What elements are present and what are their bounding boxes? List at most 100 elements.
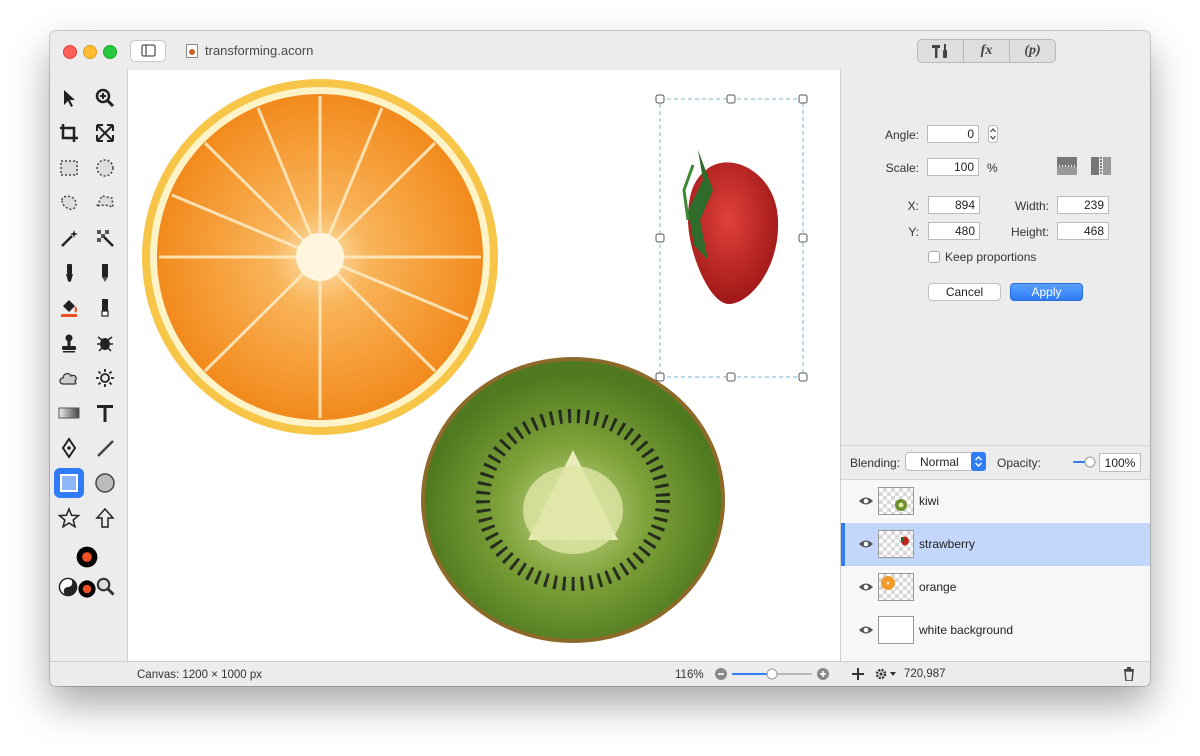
lasso-tool[interactable] [54,188,84,218]
keep-proportions-checkbox[interactable] [928,251,940,263]
layer-name: strawberry [919,537,976,551]
zoom-window-button[interactable] [103,45,117,59]
rect-marquee-icon [60,160,78,176]
clone-tool[interactable] [54,328,84,358]
eraser-tool[interactable] [90,293,120,323]
keep-proportions-label: Keep proportions [945,250,1037,264]
pencil-icon [102,264,108,282]
transform-tool[interactable] [90,118,120,148]
layer-row-kiwi[interactable]: kiwi [841,480,1150,523]
transform-inspector: Angle: 0 Scale: 100 % X: 894 Width: 239 … [841,70,1150,445]
plugins-inspector-tab[interactable]: (p) [1010,40,1055,62]
color-picker-button[interactable] [95,576,115,596]
scale-label: Scale: [885,161,919,175]
rect-select-tool[interactable] [54,153,84,183]
star-icon [58,507,80,529]
canvas-artwork [142,79,808,643]
line-icon [97,440,114,457]
eye-icon[interactable] [858,581,874,593]
scale-field[interactable]: 100 [927,158,979,176]
blending-mode-select[interactable]: Normal [905,452,986,471]
trash-icon[interactable] [1123,667,1135,681]
layer-thumbnail [878,530,914,558]
bug-fix-icon [97,336,113,352]
app-window: transforming.acorn fx (p) Canvas: 1200 ×… [50,31,1150,686]
brush-tool[interactable] [54,258,84,288]
height-field[interactable]: 468 [1057,222,1109,240]
blur-tool[interactable] [54,363,84,393]
dodge-tool[interactable] [90,363,120,393]
title-bar: transforming.acorn fx (p) [50,31,1150,70]
zoom-tool[interactable] [90,83,120,113]
apply-button[interactable]: Apply [1010,283,1083,301]
ellipse-select-tool[interactable] [90,153,120,183]
pencil-tool[interactable] [90,258,120,288]
width-field[interactable]: 239 [1057,196,1109,214]
updown-chevron-icon [971,452,986,471]
rectangle-shape-tool[interactable] [54,468,84,498]
gear-icon[interactable] [874,667,898,681]
eye-icon[interactable] [858,624,874,636]
sidebar-icon [141,44,156,57]
checker-wand-icon [97,230,114,247]
fill-tool[interactable] [54,293,84,323]
opacity-label: Opacity: [997,456,1042,470]
layer-row-white-background[interactable]: white background [841,609,1150,652]
x-field[interactable]: 894 [928,196,980,214]
arrow-cursor-icon [64,90,75,107]
opacity-slider[interactable] [1073,455,1097,469]
opacity-field[interactable]: 100% [1099,453,1141,472]
stamp-icon [62,334,76,353]
zoom-slider[interactable] [714,667,832,681]
rectangle-icon [60,474,78,492]
add-layer-icon[interactable] [852,668,864,680]
cancel-button[interactable]: Cancel [928,283,1001,301]
oval-shape-tool[interactable] [90,468,120,498]
line-tool[interactable] [90,433,120,463]
filters-inspector-tab[interactable]: fx [964,40,1010,62]
paintbrush-icon [66,264,73,282]
layer-row-strawberry[interactable]: strawberry [841,523,1150,566]
swap-colors-button[interactable] [58,577,78,597]
polygon-lasso-icon [95,195,114,208]
tools-inspector-tab[interactable] [918,40,964,62]
arrow-shape-tool[interactable] [90,503,120,533]
toggle-sidebar-button[interactable] [130,40,166,62]
magnifier-plus-icon [95,88,115,108]
magic-wand-icon [61,230,78,247]
layer-name: kiwi [919,494,939,508]
image-canvas[interactable] [127,70,841,661]
bezier-pen-tool[interactable] [54,433,84,463]
close-window-button[interactable] [63,45,77,59]
canvas-size-label: Canvas: 1200 × 1000 px [137,669,262,681]
color-well[interactable] [69,539,105,575]
angle-field[interactable]: 0 [927,125,979,143]
window-title: transforming.acorn [205,43,314,58]
flip-horizontal-icon[interactable] [1090,156,1112,176]
color-well-icon [76,546,98,568]
magic-wand-tool[interactable] [54,223,84,253]
instant-alpha-tool[interactable] [90,223,120,253]
angle-label: Angle: [884,128,919,142]
smudge-tool[interactable] [90,328,120,358]
layer-row-orange[interactable]: orange [841,566,1150,609]
polygon-lasso-tool[interactable] [90,188,120,218]
angle-stepper[interactable] [988,125,998,143]
eye-icon[interactable] [858,495,874,507]
eraser-icon [101,299,109,317]
kiwi-thumbnail-icon [895,499,907,511]
default-colors-button[interactable] [77,579,97,599]
strawberry-thumbnail-icon [901,536,909,546]
minimize-window-button[interactable] [83,45,97,59]
star-shape-tool[interactable] [54,503,84,533]
eye-icon[interactable] [858,538,874,550]
move-tool[interactable] [54,83,84,113]
gradient-tool[interactable] [54,398,84,428]
x-label: X: [907,199,919,213]
circle-icon [95,473,115,493]
crop-tool[interactable] [54,118,84,148]
y-field[interactable]: 480 [928,222,980,240]
flip-vertical-icon[interactable] [1056,156,1078,176]
blending-mode-value: Normal [920,455,959,469]
text-tool[interactable] [90,398,120,428]
